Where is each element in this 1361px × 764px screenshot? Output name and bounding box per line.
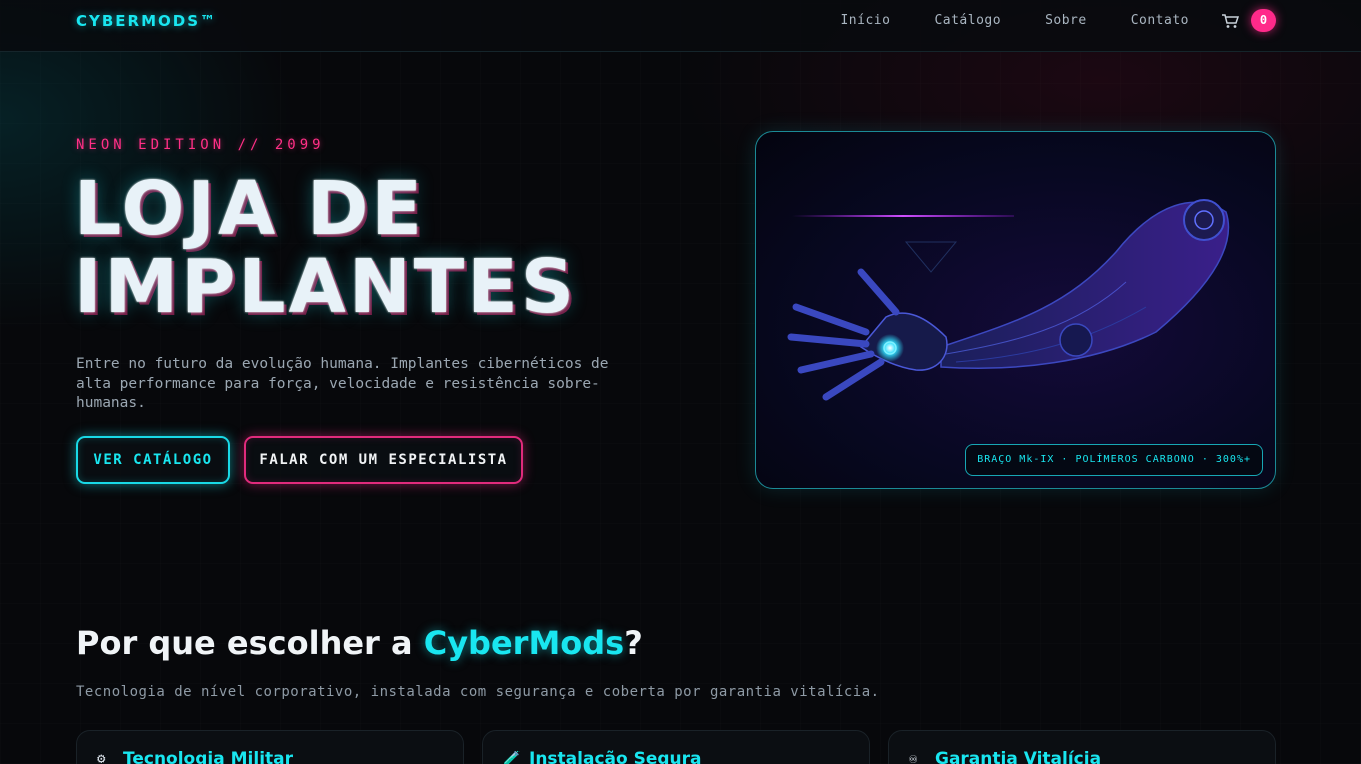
nav-link-sobre[interactable]: Sobre — [1045, 13, 1087, 28]
features-title-suffix: ? — [624, 624, 643, 662]
main-nav: Início Catálogo Sobre Contato — [840, 13, 1189, 28]
gear-icon: ⚙ — [97, 751, 106, 764]
product-spec-tag: BRAÇO Mk-IX · POLÍMEROS CARBONO · 300%+ — [965, 444, 1263, 476]
features-title-accent: CyberMods — [423, 624, 625, 662]
feature-card-title: Garantia Vitalícia — [935, 749, 1102, 764]
hero-title: LOJA DE IMPLANTES — [74, 166, 578, 330]
feature-card-military-tech[interactable]: ⚙ Tecnologia Militar — [76, 730, 464, 764]
cart-count-badge[interactable]: 0 — [1251, 9, 1276, 32]
infinity-icon: ♾ — [909, 751, 918, 764]
cyber-arm-illustration — [787, 199, 1230, 401]
nav-link-inicio[interactable]: Início — [840, 13, 890, 28]
nav-link-catalogo[interactable]: Catálogo — [934, 13, 1001, 28]
view-catalog-button[interactable]: VER CATÁLOGO — [76, 436, 230, 484]
feature-card-title: Tecnologia Militar — [123, 749, 293, 764]
features-subtitle: Tecnologia de nível corporativo, instala… — [76, 684, 880, 700]
test-tube-icon: 🧪 — [503, 751, 521, 764]
brand-logo[interactable]: CYBERMODS™ — [76, 12, 217, 30]
cart-icon[interactable] — [1221, 13, 1239, 29]
talk-to-specialist-button[interactable]: FALAR COM UM ESPECIALISTA — [244, 436, 523, 484]
features-title-prefix: Por que escolher a — [76, 624, 424, 662]
nav-link-contato[interactable]: Contato — [1131, 13, 1189, 28]
hero-product-image: BRAÇO Mk-IX · POLÍMEROS CARBONO · 300%+ — [755, 131, 1276, 489]
hero-subtitle: Entre no futuro da evolução humana. Impl… — [76, 356, 609, 411]
hero-eyebrow: NEON EDITION // 2099 — [76, 137, 325, 153]
features-title: Por que escolher a CyberMods? — [76, 624, 643, 662]
site-header: CYBERMODS™ Início Catálogo Sobre Contato… — [0, 0, 1361, 52]
feature-card-safe-install[interactable]: 🧪 Instalação Segura — [482, 730, 870, 764]
feature-card-lifetime-warranty[interactable]: ♾ Garantia Vitalícia — [888, 730, 1276, 764]
feature-card-title: Instalação Segura — [529, 749, 702, 764]
